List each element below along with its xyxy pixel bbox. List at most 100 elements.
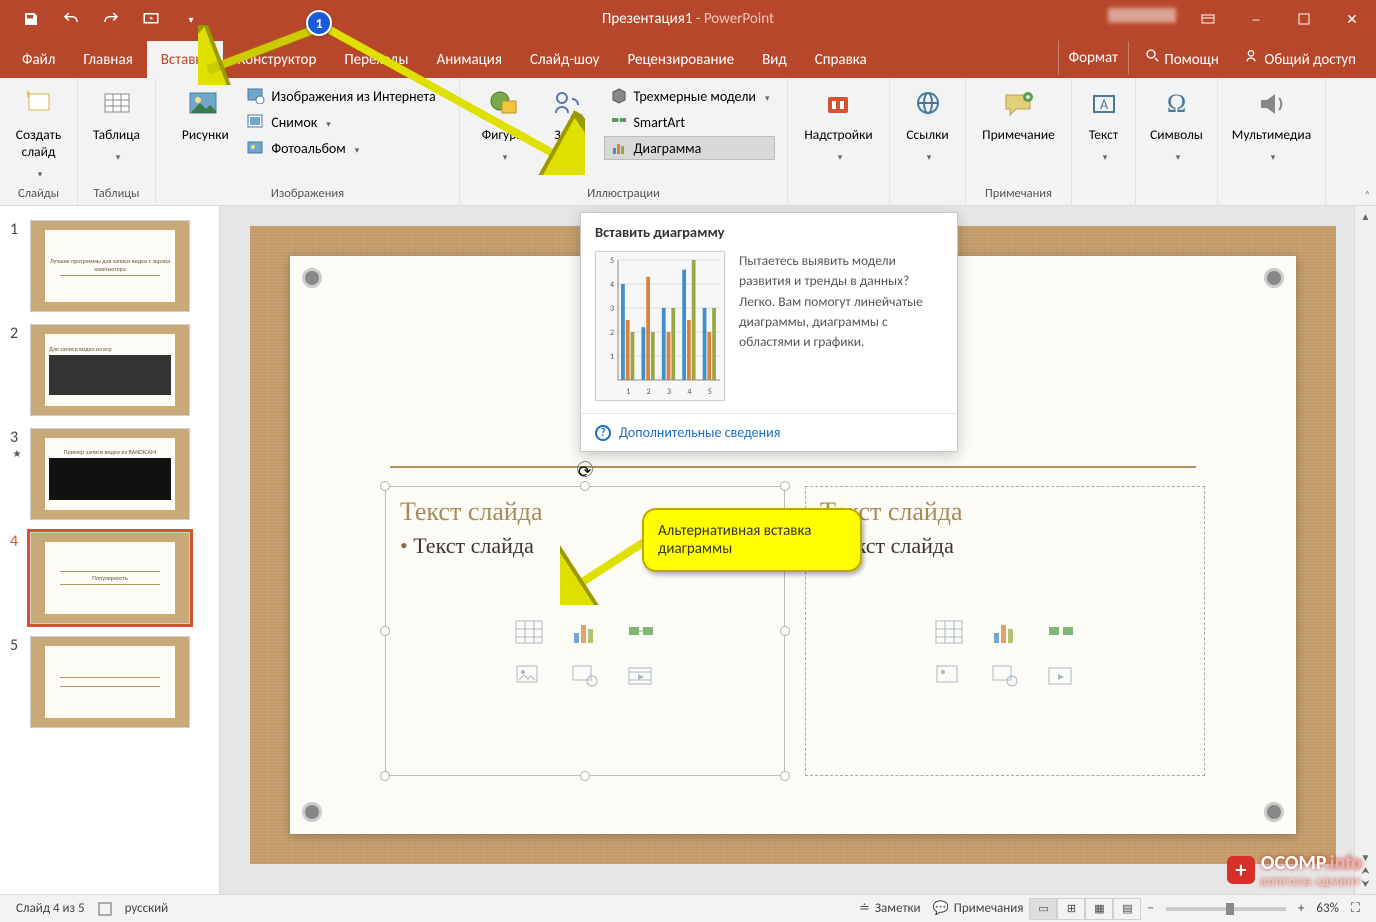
zoom-in-icon[interactable]: + xyxy=(1292,901,1310,916)
3d-models-button[interactable]: Трехмерные модели xyxy=(604,84,776,108)
thumbnail[interactable]: 2 Для записи видео из игр xyxy=(0,318,219,422)
thumbnail[interactable]: 4 Популярность xyxy=(0,526,219,630)
photo-album-button[interactable]: Фотоальбом xyxy=(241,136,441,160)
resize-handle[interactable] xyxy=(580,771,590,781)
collapse-ribbon-icon[interactable]: ˄ xyxy=(1365,188,1370,201)
addins-button[interactable]: Надстройки xyxy=(798,82,878,168)
restore-icon[interactable] xyxy=(1280,0,1328,38)
insert-smartart-icon[interactable] xyxy=(1044,617,1078,647)
tooltip-more-link[interactable]: ?Дополнительные сведения xyxy=(581,413,957,451)
online-pictures-button[interactable]: Изображения из Интернета xyxy=(241,84,441,108)
tab-slideshow[interactable]: Слайд-шоу xyxy=(516,41,613,78)
sorter-view-icon[interactable]: ⊞ xyxy=(1057,898,1085,920)
insert-video-icon[interactable] xyxy=(1044,661,1078,691)
tab-design[interactable]: Конструктор xyxy=(223,41,330,78)
scroll-down-icon[interactable]: ▼ xyxy=(1361,851,1371,864)
placeholder-bullet[interactable]: Текст слайда xyxy=(806,531,1204,561)
tab-help[interactable]: Справка xyxy=(801,41,881,78)
text-button[interactable]: AТекст xyxy=(1072,82,1136,168)
next-slide-icon[interactable]: ⮟ xyxy=(1361,877,1370,890)
normal-view-icon[interactable]: ▭ xyxy=(1029,898,1057,920)
redo-icon[interactable] xyxy=(100,8,122,30)
new-comment-button[interactable]: Примечание xyxy=(976,82,1061,147)
screenshot-icon xyxy=(247,113,265,131)
notes-button[interactable]: ≐ Заметки xyxy=(853,901,927,916)
vertical-scrollbar[interactable]: ▲ ▼ ⮝ ⮟ xyxy=(1354,206,1376,894)
group-addins: Надстройки xyxy=(788,78,890,205)
tab-animations[interactable]: Анимация xyxy=(423,41,516,78)
ribbon-display-options-icon[interactable] xyxy=(1184,0,1232,38)
shapes-icon xyxy=(486,86,522,122)
comments-button[interactable]: 💬 Примечания xyxy=(927,901,1030,916)
rotate-handle-icon[interactable]: ⟳ xyxy=(577,461,593,477)
slide-thumbnail-panel[interactable]: 1 Лучшие программы для записи видео с эк… xyxy=(0,206,220,894)
zoom-slider[interactable] xyxy=(1166,907,1286,911)
tab-insert[interactable]: Вставка xyxy=(147,41,224,78)
new-slide-button[interactable]: Создать слайд xyxy=(7,82,71,185)
resize-handle[interactable] xyxy=(380,481,390,491)
zoom-level[interactable]: 63% xyxy=(1310,901,1344,916)
close-icon[interactable]: ✕ xyxy=(1328,0,1376,38)
insert-chart-icon[interactable] xyxy=(988,617,1022,647)
resize-handle[interactable] xyxy=(780,481,790,491)
resize-handle[interactable] xyxy=(380,626,390,636)
resize-handle[interactable] xyxy=(580,481,590,491)
insert-online-picture-icon[interactable] xyxy=(568,661,602,691)
animation-indicator-icon: ★ xyxy=(13,447,22,460)
tab-review[interactable]: Рецензирование xyxy=(613,41,748,78)
slideshow-view-icon[interactable]: ▤ xyxy=(1113,898,1141,920)
insert-smartart-icon[interactable] xyxy=(624,617,658,647)
scroll-up-icon[interactable]: ▲ xyxy=(1361,210,1371,223)
links-icon xyxy=(910,86,946,122)
tab-transitions[interactable]: Переходы xyxy=(330,41,422,78)
insert-online-picture-icon[interactable] xyxy=(988,661,1022,691)
language-indicator[interactable]: русский xyxy=(119,901,175,916)
pictures-button[interactable]: Рисунки xyxy=(173,82,237,160)
screenshot-button[interactable]: Снимок xyxy=(241,110,441,134)
insert-table-icon[interactable] xyxy=(512,617,546,647)
icons-button[interactable]: Знач xyxy=(536,82,600,168)
chart-tooltip: Вставить диаграмму 1234512345 Пытаетесь … xyxy=(580,212,958,452)
tooltip-chart-preview: 1234512345 xyxy=(595,251,725,401)
tab-home[interactable]: Главная xyxy=(69,41,146,78)
insert-video-icon[interactable] xyxy=(624,661,658,691)
links-button[interactable]: Ссылки xyxy=(896,82,960,168)
3d-models-icon xyxy=(610,87,628,105)
minimize-icon[interactable]: ─ xyxy=(1232,0,1280,38)
shapes-button[interactable]: Фигуры xyxy=(472,82,536,168)
resize-handle[interactable] xyxy=(780,626,790,636)
slide-counter[interactable]: Слайд 4 из 5 xyxy=(10,901,91,916)
thumbnail[interactable]: 3★ Пример записи видео из BANDICAM xyxy=(0,422,219,526)
undo-icon[interactable] xyxy=(60,8,82,30)
insert-picture-icon[interactable] xyxy=(512,661,546,691)
tab-file[interactable]: Файл xyxy=(8,41,69,78)
thumbnail[interactable]: 1 Лучшие программы для записи видео с эк… xyxy=(0,214,219,318)
prev-slide-icon[interactable]: ⮝ xyxy=(1361,864,1370,877)
placeholder-title[interactable]: Текст слайда xyxy=(806,487,1204,531)
smartart-button[interactable]: SmartArt xyxy=(604,110,776,134)
save-icon[interactable] xyxy=(20,8,42,30)
insert-table-icon[interactable] xyxy=(932,617,966,647)
share-button[interactable]: Общий доступ xyxy=(1235,40,1366,77)
resize-handle[interactable] xyxy=(380,771,390,781)
tab-format-contextual[interactable]: Формат xyxy=(1058,41,1129,75)
zoom-out-icon[interactable]: − xyxy=(1141,901,1159,916)
content-placeholder-right[interactable]: Текст слайда Текст слайда xyxy=(805,486,1205,776)
symbols-button[interactable]: ΩСимволы xyxy=(1144,82,1209,168)
insert-chart-icon[interactable] xyxy=(568,617,602,647)
spellcheck-icon[interactable] xyxy=(91,901,119,917)
reading-view-icon[interactable]: ▦ xyxy=(1085,898,1113,920)
account-name: ████████ xyxy=(1108,8,1176,23)
thumbnail[interactable]: 5 xyxy=(0,630,219,734)
tab-view[interactable]: Вид xyxy=(748,41,801,78)
fit-to-window-icon[interactable]: ⛶ xyxy=(1345,901,1366,916)
chart-button[interactable]: Диаграмма xyxy=(604,136,776,160)
resize-handle[interactable] xyxy=(780,771,790,781)
tell-me-search[interactable]: Помощн xyxy=(1135,40,1229,77)
media-button[interactable]: Мультимедиа xyxy=(1226,82,1317,168)
start-slideshow-icon[interactable] xyxy=(140,8,162,30)
qat-customize-icon[interactable]: ▾ xyxy=(180,8,202,30)
table-button[interactable]: Таблица xyxy=(85,82,149,168)
slide-corner-decoration xyxy=(1264,268,1284,288)
insert-picture-icon[interactable] xyxy=(932,661,966,691)
